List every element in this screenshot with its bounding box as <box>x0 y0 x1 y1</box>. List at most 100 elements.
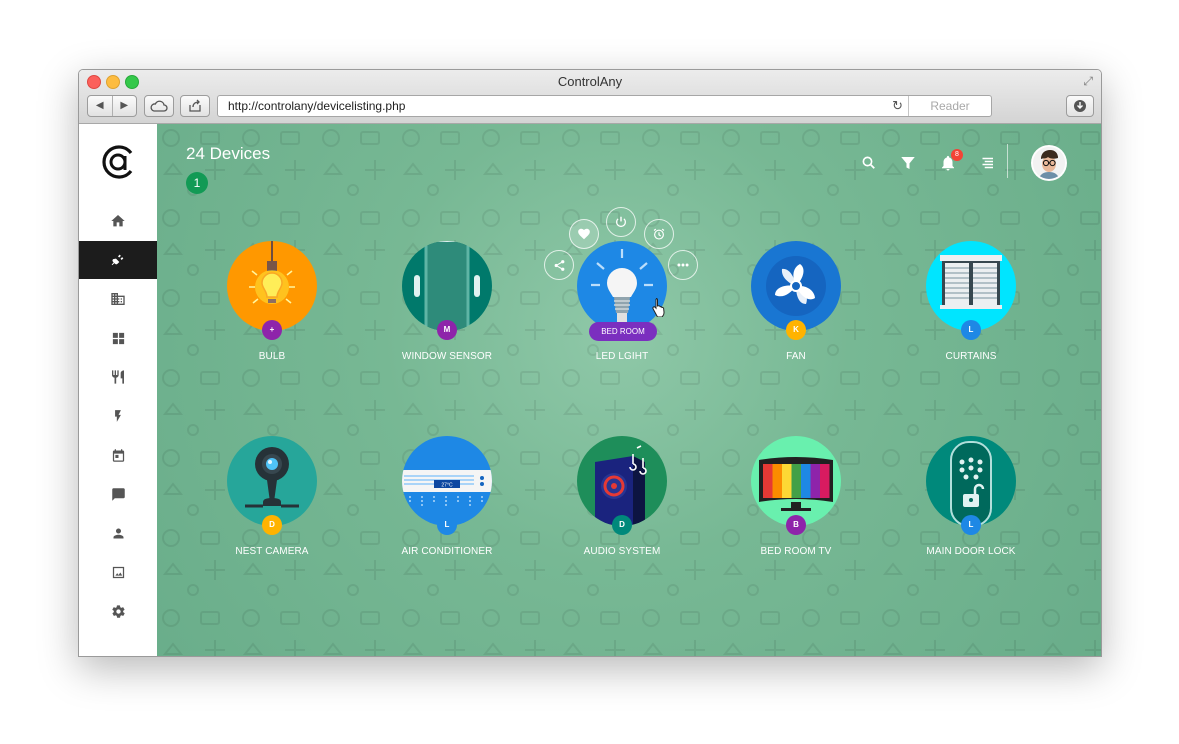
sidebar-item-energy[interactable] <box>79 397 157 435</box>
main-content: 24 Devices 1 8 + BULB M WINDOW SENSOR LE… <box>157 124 1101 656</box>
device-tag: M <box>437 320 457 340</box>
chat-icon <box>111 487 125 501</box>
calendar-icon <box>112 448 124 462</box>
sidebar-item-kitchen[interactable] <box>79 358 157 396</box>
device-card-curtains[interactable]: L CURTAINS <box>891 241 1051 381</box>
downloads-button[interactable] <box>1066 95 1094 117</box>
device-name: BULB <box>258 351 286 362</box>
plug-icon <box>111 254 124 266</box>
window-title: ControlAny <box>557 74 623 89</box>
menu-lines-icon[interactable] <box>978 154 996 172</box>
sidebar-item-gallery[interactable] <box>79 553 157 591</box>
pointer-hand-icon <box>652 298 665 317</box>
bulb-icon <box>249 241 295 304</box>
cloud-button[interactable] <box>144 95 174 117</box>
device-name: WINDOW SENSOR <box>401 351 493 362</box>
back-icon[interactable]: ◀ <box>88 96 113 116</box>
notification-count-badge: 8 <box>951 149 963 161</box>
sidebar-item-calendar[interactable] <box>79 436 157 474</box>
device-tag: L <box>961 515 981 535</box>
reader-button[interactable]: Reader <box>908 96 991 116</box>
cloud-icon <box>150 100 168 112</box>
power-button[interactable] <box>606 207 636 237</box>
sidebar <box>79 124 158 656</box>
user-avatar-icon <box>1033 147 1065 179</box>
sidebar-item-users[interactable] <box>79 514 157 552</box>
controlany-logo-icon[interactable] <box>100 144 136 180</box>
filter-icon[interactable] <box>899 154 917 172</box>
device-tag: B <box>786 515 806 535</box>
device-icon-circle[interactable] <box>227 436 317 526</box>
device-card-main-door-lock[interactable]: L MAIN DOOR LOCK <box>891 436 1051 576</box>
reload-icon[interactable]: ↻ <box>892 96 903 116</box>
device-card-air-conditioner[interactable]: 27°C L AIR CONDITIONER <box>367 436 527 576</box>
home-icon <box>111 215 125 227</box>
device-tag: L <box>961 320 981 340</box>
url-bar[interactable]: http://controlany/devicelisting.php ↻ Re… <box>217 95 992 117</box>
sidebar-item-home[interactable] <box>79 202 157 240</box>
device-tag: D <box>612 515 632 535</box>
device-icon-circle[interactable] <box>751 436 841 526</box>
avatar[interactable] <box>1031 145 1067 181</box>
device-name: BED ROOM TV <box>760 546 832 557</box>
device-tag: K <box>786 320 806 340</box>
led-bulb-icon <box>591 249 653 331</box>
header-divider <box>1007 144 1008 178</box>
person-icon <box>113 528 123 538</box>
fan-icon <box>766 256 826 316</box>
sidebar-item-settings[interactable] <box>79 592 157 630</box>
favorite-icon <box>578 228 590 240</box>
device-card-window-sensor[interactable]: M WINDOW SENSOR <box>367 241 527 381</box>
curtains-icon <box>940 255 1002 309</box>
download-icon <box>1074 100 1086 112</box>
device-card-led-light[interactable]: LED LGIHT <box>542 241 702 381</box>
door-lock-icon <box>950 441 992 526</box>
device-card-bed-room-tv[interactable]: B BED ROOM TV <box>716 436 876 576</box>
sidebar-item-dashboard[interactable] <box>79 319 157 357</box>
background-pattern <box>157 124 1101 656</box>
device-card-bulb[interactable]: + BULB <box>192 241 352 381</box>
search-icon[interactable] <box>860 154 878 172</box>
forward-icon[interactable]: ▶ <box>113 96 137 116</box>
device-icon-circle[interactable] <box>926 241 1016 331</box>
device-name: MAIN DOOR LOCK <box>926 546 1016 557</box>
device-tag: + <box>262 320 282 340</box>
air-conditioner-icon: 27°C <box>402 470 492 508</box>
device-card-audio-system[interactable]: D AUDIO SYSTEM <box>542 436 702 576</box>
device-icon-circle[interactable] <box>926 436 1016 526</box>
device-card-fan[interactable]: K FAN <box>716 241 876 381</box>
fullscreen-icon[interactable]: ⤢ <box>1083 74 1093 89</box>
settings-icon <box>111 604 125 618</box>
device-name: AIR CONDITIONER <box>401 546 493 557</box>
building-icon <box>111 293 125 305</box>
window-sensor-icon <box>414 241 480 331</box>
device-name: FAN <box>786 351 806 362</box>
grid-icon <box>112 332 124 344</box>
share-page-button[interactable] <box>180 95 210 117</box>
sidebar-item-buildings[interactable] <box>79 280 157 318</box>
tv-icon <box>759 457 833 511</box>
page-badge[interactable]: 1 <box>186 172 208 194</box>
room-chip[interactable]: BED ROOM <box>589 322 657 341</box>
device-icon-circle[interactable] <box>577 241 667 331</box>
device-icon-circle[interactable] <box>227 241 317 331</box>
sidebar-item-messages[interactable] <box>79 475 157 513</box>
device-card-nest-camera[interactable]: D NEST CAMERA <box>192 436 352 576</box>
device-name: LED LGIHT <box>595 351 649 362</box>
speaker-icon <box>595 445 647 526</box>
device-icon-circle[interactable] <box>577 436 667 526</box>
device-name: NEST CAMERA <box>235 546 309 557</box>
device-tag: D <box>262 515 282 535</box>
history-nav: ◀ ▶ <box>87 95 137 117</box>
sidebar-item-devices[interactable] <box>79 241 157 279</box>
alarm-icon <box>653 228 665 240</box>
device-name: CURTAINS <box>945 351 997 362</box>
device-icon-circle[interactable] <box>402 241 492 331</box>
devices-heading: 24 Devices <box>186 144 271 163</box>
device-icon-circle[interactable] <box>751 241 841 331</box>
device-icon-circle[interactable]: 27°C <box>402 436 492 526</box>
share-out-icon <box>189 99 201 112</box>
browser-titlebar: ControlAny ⤢ ◀ ▶ http://controlany/devic… <box>79 70 1101 124</box>
browser-window: ControlAny ⤢ ◀ ▶ http://controlany/devic… <box>78 69 1102 657</box>
device-name: AUDIO SYSTEM <box>583 546 661 557</box>
